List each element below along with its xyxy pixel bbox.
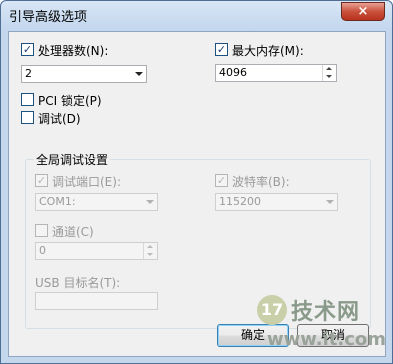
channel-stepper[interactable]: 0 [35,242,158,260]
baud-rate-dropdown[interactable]: 115200 [215,193,338,211]
close-button[interactable]: × [341,2,385,21]
max-memory-label: 最大内存(M): [232,44,304,58]
spin-buttons[interactable] [322,65,336,81]
spin-up-icon[interactable] [147,245,153,248]
spin-down-icon[interactable] [326,75,332,78]
spin-down-icon[interactable] [147,253,153,256]
processors-label: 处理器数(N): [38,44,109,58]
baud-rate-checkbox[interactable]: ✓ [215,174,228,187]
watermark-url: www.it.com [267,329,386,350]
watermark-text: 技术网 [291,300,361,325]
debug-port-dropdown[interactable]: COM1: [35,193,158,211]
debug-checkbox[interactable] [21,111,34,124]
processors-value: 2 [25,67,32,80]
processors-dropdown[interactable]: 2 [21,65,147,83]
watermark-logo: 17 [257,295,287,325]
channel-label: 通道(C) [52,225,94,239]
max-memory-value: 4096 [219,66,247,79]
baud-rate-label: 波特率(B): [232,175,290,189]
processors-checkbox[interactable]: ✓ [21,43,34,56]
spin-up-icon[interactable] [326,67,332,70]
channel-checkbox[interactable] [35,224,48,237]
site-watermark: 17 技术网 www.it.com [251,289,391,359]
chevron-down-icon [146,200,154,204]
chevron-down-icon [135,72,143,76]
debug-port-label: 调试端口(E): [52,175,121,189]
spin-buttons[interactable] [143,243,157,259]
boot-advanced-options-dialog: 引导高级选项 × ✓ 处理器数(N): 2 ✓ 最大内存(M): 4096 PC… [0,0,393,364]
pci-lock-label: PCI 锁定(P) [38,94,102,108]
group-title: 全局调试设置 [34,151,111,168]
debug-label: 调试(D) [38,112,81,126]
max-memory-checkbox[interactable]: ✓ [215,43,228,56]
debug-port-value: COM1: [39,195,76,208]
pci-lock-checkbox[interactable] [21,93,34,106]
window-title: 引导高级选项 [9,10,88,25]
baud-rate-value: 115200 [219,195,261,208]
max-memory-stepper[interactable]: 4096 [215,64,337,82]
usb-target-label: USB 目标名(T): [35,276,121,290]
chevron-down-icon [326,200,334,204]
debug-port-checkbox[interactable]: ✓ [35,174,48,187]
channel-value: 0 [39,244,46,257]
title-bar: 引导高级选项 × [1,1,392,31]
usb-target-input[interactable] [35,292,158,310]
